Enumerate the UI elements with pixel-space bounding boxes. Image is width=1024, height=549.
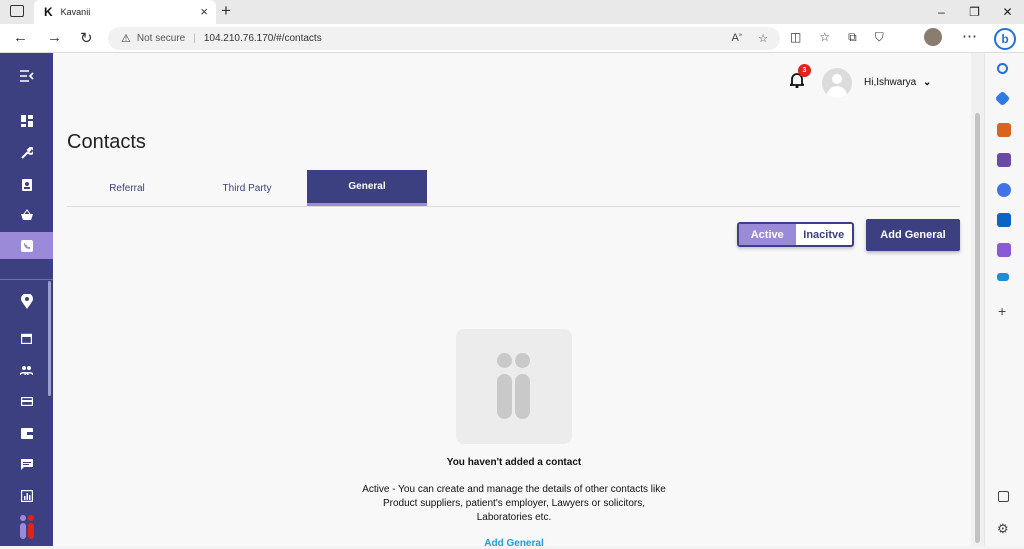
window-controls: – ❐ ✕ bbox=[925, 0, 1024, 24]
add-sidebar-app-icon[interactable]: + bbox=[998, 303, 1006, 319]
warning-icon[interactable]: ⚠ bbox=[121, 32, 131, 45]
copilot-icon[interactable] bbox=[997, 183, 1011, 197]
address-bar-row: ← → ↻ ⚠ Not secure | 104.210.76.170/#/co… bbox=[0, 24, 1024, 53]
contact-card-icon[interactable] bbox=[0, 171, 53, 198]
inactive-toggle-button[interactable]: Inacitve bbox=[796, 224, 853, 245]
site-logo-icon: K bbox=[44, 5, 53, 19]
people-icon[interactable] bbox=[0, 356, 53, 383]
sidebar-divider bbox=[0, 279, 53, 280]
calendar-icon[interactable] bbox=[0, 325, 53, 352]
chevron-down-icon[interactable]: ⌄ bbox=[923, 77, 931, 88]
outlook-icon[interactable] bbox=[997, 213, 1011, 227]
logo-dot-right bbox=[515, 353, 530, 368]
contacts-phone-icon[interactable] bbox=[0, 232, 53, 259]
tab-actions-icon[interactable] bbox=[10, 5, 24, 17]
url-text[interactable]: 104.210.76.170/#/contacts bbox=[204, 33, 322, 44]
bing-icon[interactable]: b bbox=[994, 28, 1016, 50]
refresh-icon[interactable]: ↻ bbox=[80, 29, 93, 47]
search-icon[interactable] bbox=[997, 63, 1008, 74]
active-toggle-button[interactable]: Active bbox=[739, 224, 796, 245]
edge-sidebar: + ⚙ bbox=[984, 53, 1024, 546]
location-pin-icon[interactable] bbox=[0, 288, 53, 315]
close-window-button[interactable]: ✕ bbox=[991, 0, 1024, 24]
forward-icon[interactable]: → bbox=[47, 29, 62, 46]
tab-referral[interactable]: Referral bbox=[67, 170, 187, 206]
url-field[interactable]: ⚠ Not secure | 104.210.76.170/#/contacts… bbox=[108, 27, 780, 50]
extensions-icon[interactable]: ⛉ bbox=[875, 30, 884, 45]
basket-icon[interactable] bbox=[0, 201, 53, 228]
read-aloud-icon[interactable]: A» bbox=[731, 32, 742, 45]
app-sidebar bbox=[0, 53, 53, 546]
back-icon[interactable]: ← bbox=[13, 29, 28, 46]
status-toggle: Active Inacitve bbox=[737, 222, 854, 247]
tab-title: Kavanii bbox=[60, 7, 91, 17]
chat-icon[interactable] bbox=[0, 451, 53, 478]
user-greeting[interactable]: Hi,Ishwarya bbox=[864, 77, 916, 88]
wrench-icon[interactable] bbox=[0, 139, 53, 166]
user-menu[interactable]: Hi,Ishwarya ⌄ bbox=[864, 77, 931, 88]
settings-gear-icon[interactable]: ⚙ bbox=[997, 521, 1009, 537]
page-scrollbar[interactable] bbox=[971, 53, 984, 546]
empty-state-title: You haven't added a contact bbox=[446, 457, 582, 468]
empty-description-line: Laboratories etc. bbox=[476, 512, 552, 523]
security-label[interactable]: Not secure bbox=[137, 33, 185, 44]
more-menu-icon[interactable]: ⋯ bbox=[962, 27, 977, 45]
logo-dot-left bbox=[497, 353, 512, 368]
new-tab-button[interactable]: + bbox=[221, 1, 231, 21]
shopping-tag-icon[interactable] bbox=[994, 90, 1011, 107]
logo-bar-left bbox=[497, 374, 512, 419]
avatar-head-shape bbox=[832, 74, 842, 84]
hide-sidebar-icon[interactable] bbox=[998, 491, 1009, 502]
empty-description-line: Active - You can create and manage the d… bbox=[362, 484, 666, 495]
contacts-tabs: Referral Third Party General bbox=[67, 170, 960, 207]
browser-tools: ◫ ☆ ⧉ ⛉ bbox=[790, 30, 884, 45]
games-icon[interactable] bbox=[997, 153, 1011, 167]
empty-state-description: Active - You can create and manage the d… bbox=[328, 483, 700, 525]
add-general-link[interactable]: Add General bbox=[343, 538, 685, 549]
favorites-icon[interactable]: ☆ bbox=[819, 30, 830, 45]
add-general-button[interactable]: Add General bbox=[866, 219, 960, 251]
url-actions: A» ☆ bbox=[731, 32, 768, 45]
send-icon[interactable] bbox=[997, 273, 1009, 281]
collections-icon[interactable]: ⧉ bbox=[848, 30, 857, 45]
avatar-body-shape bbox=[827, 86, 847, 98]
url-separator: | bbox=[193, 33, 196, 44]
menu-collapse-icon[interactable] bbox=[0, 62, 53, 89]
split-screen-icon[interactable]: ◫ bbox=[790, 30, 801, 45]
empty-description-line: Product suppliers, patient's employer, L… bbox=[382, 498, 646, 509]
report-chart-icon[interactable] bbox=[0, 482, 53, 509]
empty-state-logo-icon bbox=[456, 329, 572, 444]
dashboard-icon[interactable] bbox=[0, 107, 53, 134]
restore-button[interactable]: ❐ bbox=[958, 0, 991, 24]
tab-third-party[interactable]: Third Party bbox=[187, 170, 307, 206]
user-avatar[interactable] bbox=[822, 68, 852, 98]
browser-title-bar: K Kavanii × + – ❐ ✕ bbox=[0, 0, 1024, 24]
designer-icon[interactable] bbox=[997, 243, 1011, 257]
favorite-star-icon[interactable]: ☆ bbox=[758, 32, 768, 45]
page-title: Contacts bbox=[67, 131, 146, 153]
toolbox-icon[interactable] bbox=[997, 123, 1011, 137]
main-content: 3 Hi,Ishwarya ⌄ Contacts Referral Third … bbox=[53, 53, 971, 549]
scrollbar-thumb[interactable] bbox=[975, 113, 980, 543]
close-tab-icon[interactable]: × bbox=[200, 4, 208, 19]
notification-badge: 3 bbox=[798, 64, 811, 77]
logo-bar-right bbox=[515, 374, 530, 419]
kavanii-logo-icon[interactable] bbox=[0, 511, 53, 543]
browser-tab[interactable]: K Kavanii × bbox=[34, 0, 216, 24]
wallet-icon[interactable] bbox=[0, 420, 53, 447]
minimize-button[interactable]: – bbox=[925, 0, 958, 24]
tab-general[interactable]: General bbox=[307, 170, 427, 206]
credit-card-icon[interactable] bbox=[0, 388, 53, 415]
profile-avatar[interactable] bbox=[924, 28, 942, 46]
